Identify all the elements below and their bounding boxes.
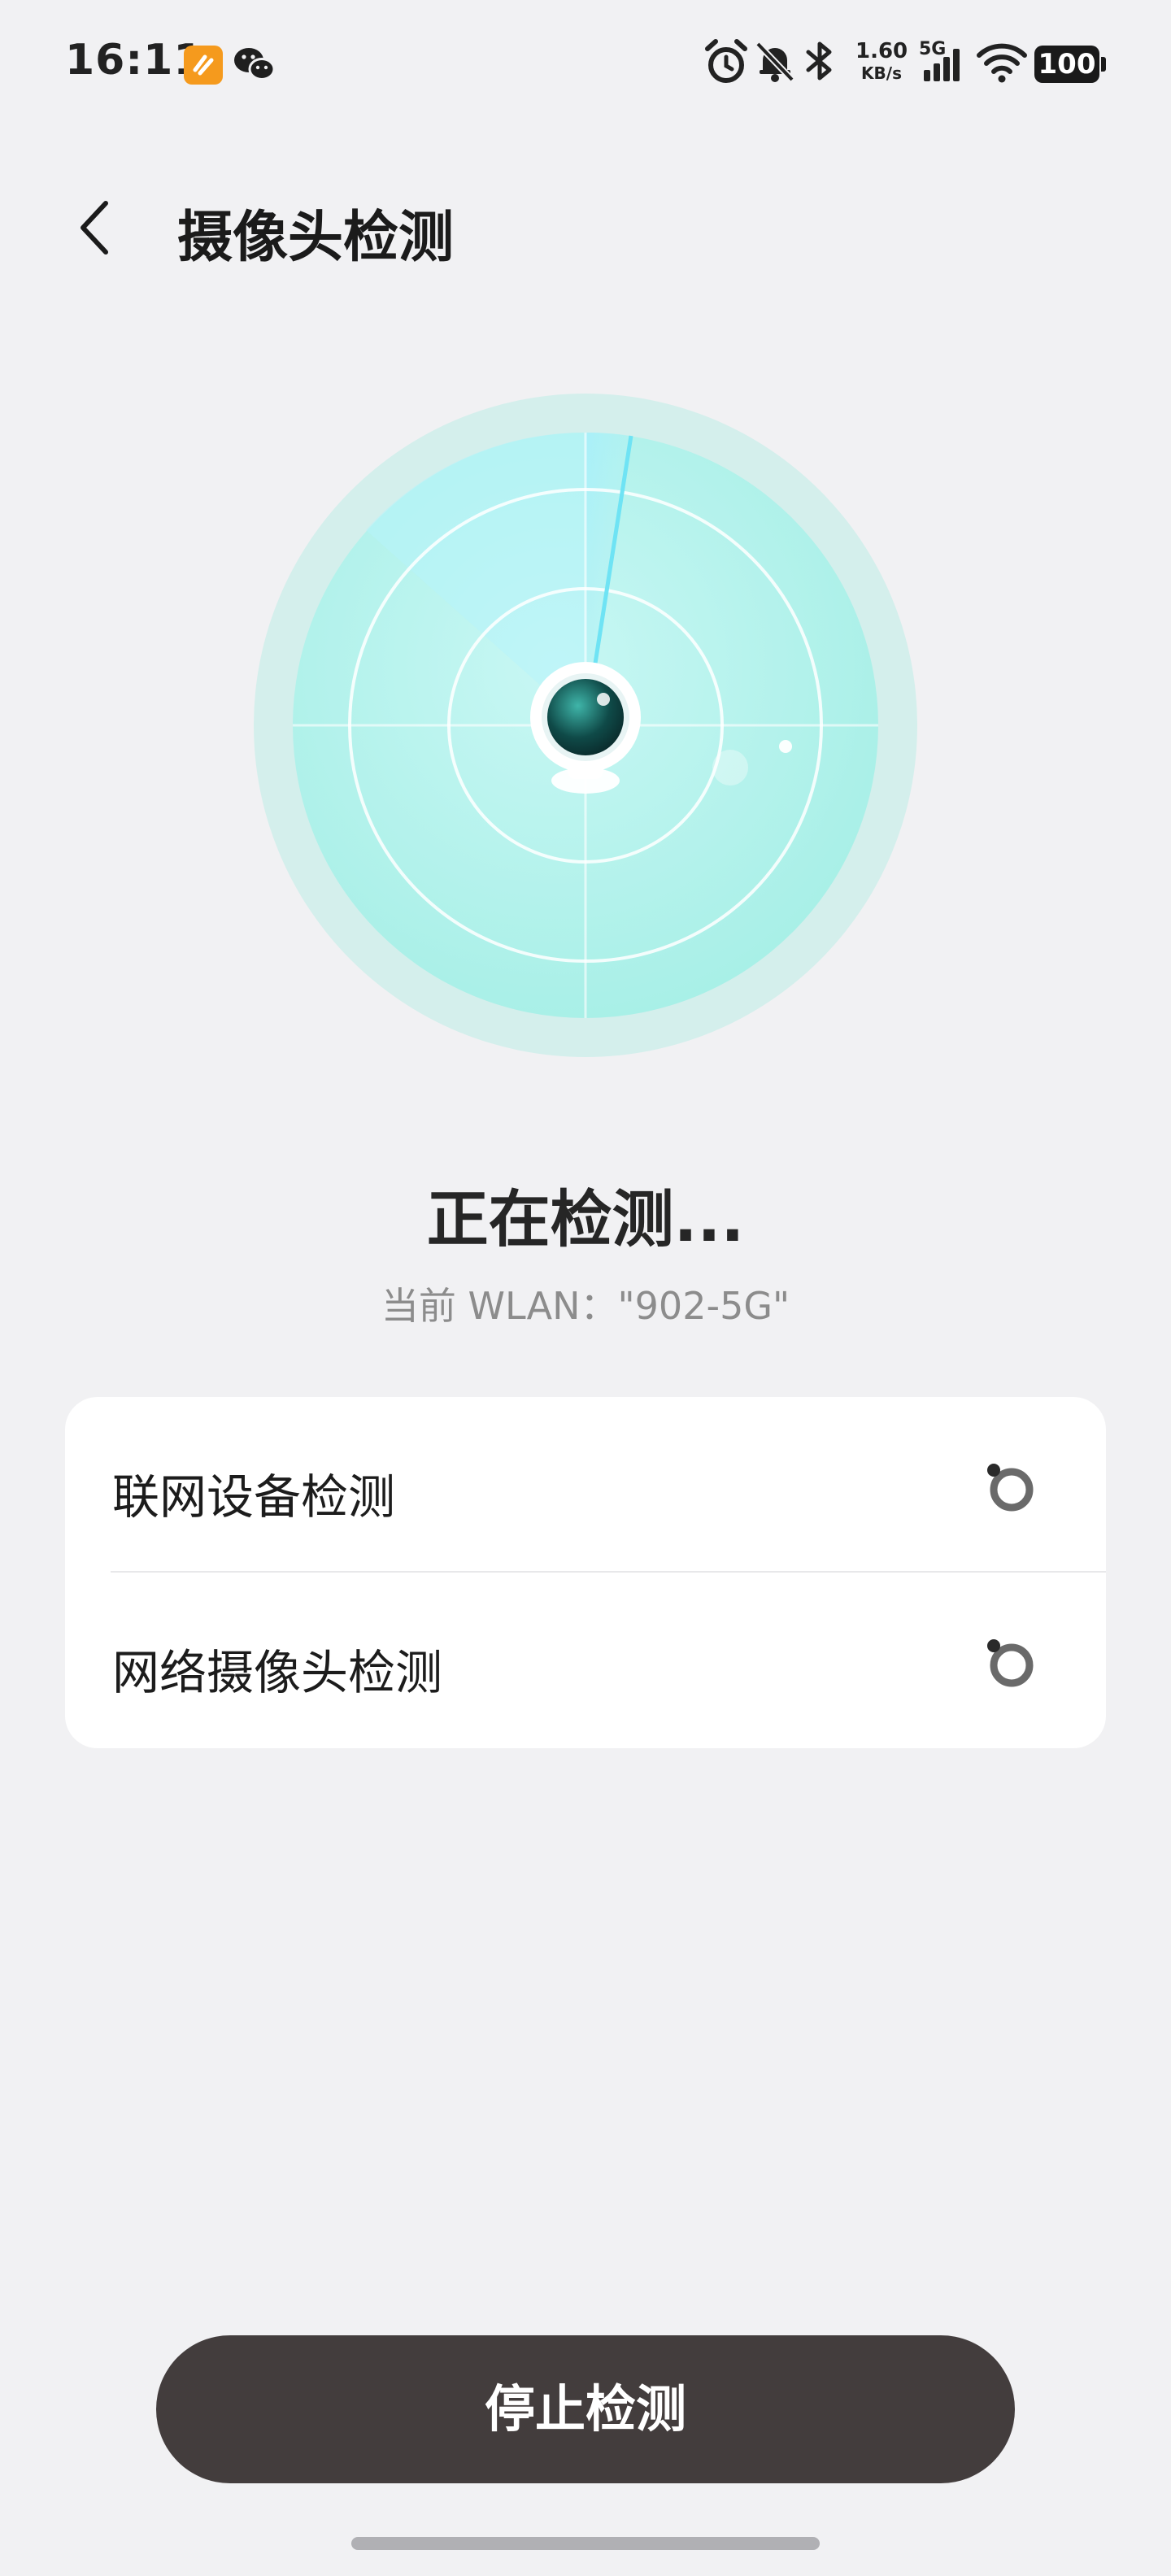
stop-scan-button[interactable]: 停止检测 [156,2335,1015,2483]
status-time: 16:11 [65,36,204,85]
alarm-icon [704,37,748,94]
check-item-label: 网络摄像头检测 [112,1645,443,1700]
page-title: 摄像头检测 [177,206,455,270]
app-notification-icon [184,46,223,85]
wechat-icon [233,44,276,85]
scan-status-title: 正在检测... [426,1183,745,1255]
battery-tip [1101,57,1106,72]
bluetooth-icon [802,37,838,94]
check-item-label: 联网设备检测 [112,1469,396,1525]
signal-icon: 5G [919,37,968,94]
loading-spinner-icon [977,1456,1043,1521]
current-wlan-label: 当前 WLAN："902-5G" [381,1284,790,1328]
check-item-network-cameras: 网络摄像头检测 [65,1573,1106,1747]
network-speed: 1.60 KB/s [855,39,908,83]
chevron-left-icon[interactable] [65,195,130,260]
loading-spinner-icon [977,1631,1043,1696]
wifi-icon [976,37,1028,94]
header: 摄像头检测 [0,163,1171,293]
home-indicator[interactable] [351,2537,820,2550]
battery-icon: 100 [1034,46,1099,83]
radar-scanner [252,392,919,1059]
check-list-card: 联网设备检测 网络摄像头检测 [65,1397,1106,1748]
status-bar: 16:11 1.60 KB/s 5G 100 [0,0,1171,130]
bell-muted-icon [753,37,797,94]
check-item-networked-devices: 联网设备检测 [65,1397,1106,1573]
